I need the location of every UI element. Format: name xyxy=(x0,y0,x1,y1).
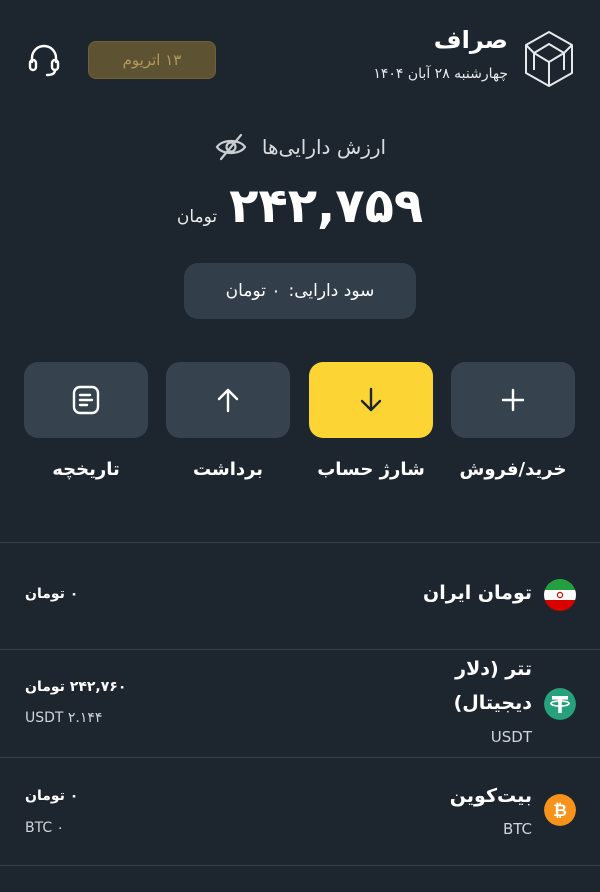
balance-label: ارزش دارایی‌ها xyxy=(261,135,387,159)
asset-amount: ۰ تومان xyxy=(25,586,79,602)
asset-name: بیت‌کوین xyxy=(449,785,532,807)
asset-quantity: BTC ۰ xyxy=(25,820,65,836)
tether-icon xyxy=(544,688,576,720)
profit-label: سود دارایی: xyxy=(288,281,375,301)
asset-name-line2: دیجیتال) xyxy=(453,692,532,714)
balance-row: ۲۴۲,۷۵۹ تومان xyxy=(0,178,600,234)
divider xyxy=(0,865,600,866)
deposit-button[interactable] xyxy=(309,362,433,438)
balance-unit: تومان xyxy=(176,207,218,227)
bitcoin-icon: ₿ xyxy=(544,794,576,826)
asset-row-btc[interactable]: ₿ بیت‌کوین BTC ۰ تومان BTC ۰ xyxy=(0,758,600,865)
deposit-action[interactable]: شارژ حساب xyxy=(309,362,433,492)
eye-off-icon[interactable] xyxy=(214,130,248,164)
arrow-down-icon xyxy=(360,387,382,412)
cube-logo-icon xyxy=(525,31,573,87)
asset-amount: ۲۴۲,۷۶۰ تومان xyxy=(25,679,127,695)
document-icon xyxy=(72,385,100,415)
balance-value: ۲۴۲,۷۵۹ xyxy=(229,178,424,234)
action-bar: خرید/فروش شارژ حساب برداشت تاریخچه xyxy=(0,362,600,492)
withdraw-action[interactable]: برداشت xyxy=(166,362,290,492)
headset-icon[interactable] xyxy=(26,42,62,78)
current-date: چهارشنبه ۲۸ آبان ۱۴۰۴ xyxy=(373,66,508,82)
plus-icon xyxy=(501,388,525,412)
profit-box: سود دارایی: ۰ تومان xyxy=(184,263,416,319)
iran-flag-icon xyxy=(544,579,576,611)
header: صراف چهارشنبه ۲۸ آبان ۱۴۰۴ ۱۳ اتریوم xyxy=(0,0,600,110)
promo-badge[interactable]: ۱۳ اتریوم xyxy=(88,41,216,79)
history-action[interactable]: تاریخچه xyxy=(24,362,148,492)
history-label: تاریخچه xyxy=(52,459,120,480)
asset-symbol: BTC xyxy=(502,820,532,838)
buy-sell-action[interactable]: خرید/فروش xyxy=(451,362,575,492)
withdraw-button[interactable] xyxy=(166,362,290,438)
withdraw-label: برداشت xyxy=(192,459,264,480)
asset-name-line1: تتر (دلار xyxy=(455,658,532,680)
buy-sell-button[interactable] xyxy=(451,362,575,438)
svg-text:₿: ₿ xyxy=(553,801,567,821)
buy-sell-label: خرید/فروش xyxy=(459,459,567,480)
asset-quantity: USDT ۲.۱۴۴ xyxy=(25,710,103,726)
balance-label-row: ارزش دارایی‌ها xyxy=(0,130,600,164)
asset-symbol: USDT xyxy=(490,728,532,746)
wallet-screen: صراف چهارشنبه ۲۸ آبان ۱۴۰۴ ۱۳ اتریوم ارز… xyxy=(0,0,600,892)
history-button[interactable] xyxy=(24,362,148,438)
asset-name: تومان ایران xyxy=(423,582,532,604)
arrow-up-icon xyxy=(217,388,239,413)
asset-row-usdt[interactable]: تتر (دلار دیجیتال) USDT ۲۴۲,۷۶۰ تومان US… xyxy=(0,650,600,757)
app-title: صراف xyxy=(433,26,508,54)
asset-row-toman[interactable]: تومان ایران ۰ تومان xyxy=(0,543,600,649)
profit-value: ۰ تومان xyxy=(225,281,281,301)
asset-amount: ۰ تومان xyxy=(25,788,79,804)
deposit-label: شارژ حساب xyxy=(317,459,425,480)
